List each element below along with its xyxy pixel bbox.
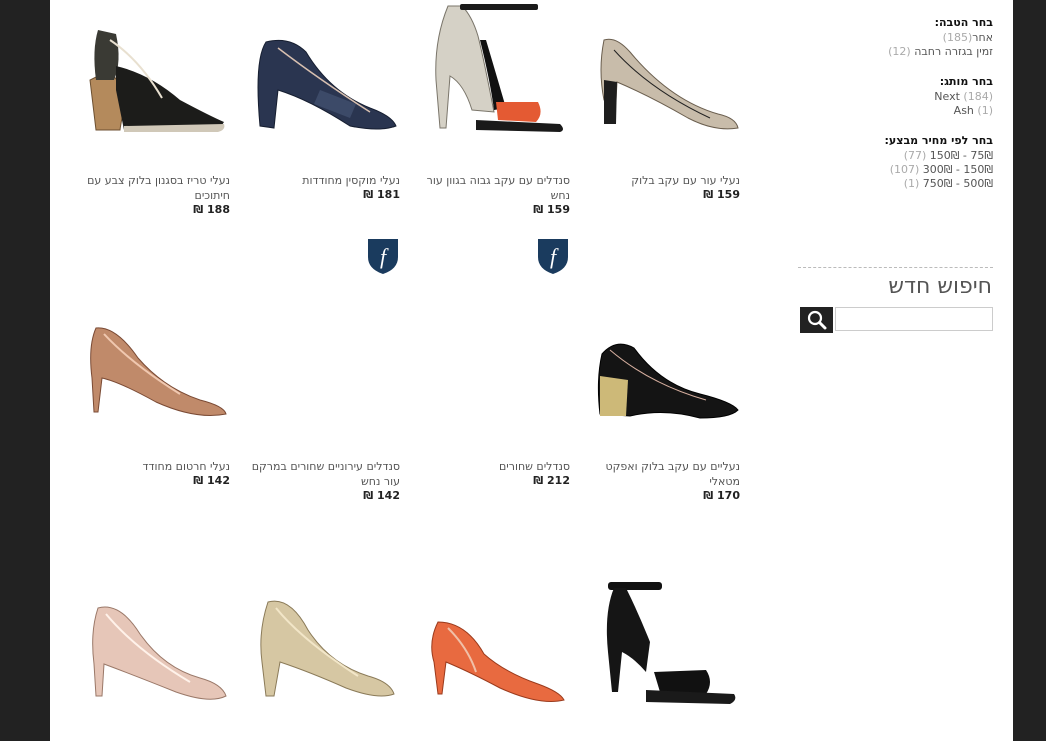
product-name[interactable]: נעלי עור עם עקב בלוק (590, 173, 740, 188)
product-image-orange-dorsay[interactable] (420, 572, 570, 737)
filter-item-from: 500₪ (963, 177, 993, 190)
filter-item-label: Next (934, 90, 960, 103)
product-name[interactable]: סנדלים שחורים (420, 459, 570, 474)
filter-item-count: (107) (889, 163, 920, 176)
product-image-navy-loafer[interactable] (250, 0, 400, 165)
filter-item-count: (1) (903, 177, 920, 190)
filter-item-count: (12) (888, 45, 911, 58)
product-price: 159 ₪ (533, 203, 570, 216)
filter-item-label: זמין בגזרה רחבה (914, 45, 993, 58)
filter-group-price: בחר לפי מחיר מבצע: (77) 150₪ - 75₪ (107)… (798, 134, 993, 191)
product-image-beige-pump[interactable] (590, 0, 740, 165)
product-image-rose-gold-pump[interactable] (80, 288, 230, 453)
product-name[interactable]: נעליים עם עקב בלוק ואפקט מטאלי (590, 459, 740, 489)
filter-item-next[interactable]: Next (184) (798, 90, 993, 104)
filter-group-benefit: בחר הטבה: אחר(185) זמין בגזרה רחבה (12) (798, 16, 993, 59)
f-logo-icon[interactable]: f (366, 237, 400, 275)
product-price: 212 ₪ (533, 474, 570, 487)
f-logo-icon[interactable]: f (536, 237, 570, 275)
filter-group-brand: בחר מותג: Next (184) Ash (1) (798, 75, 993, 118)
filter-item-price-75-150[interactable]: (77) 150₪ - 75₪ (798, 149, 993, 163)
filter-item-count: (185) (942, 31, 973, 44)
sidebar-divider (798, 267, 993, 268)
filter-item-from: 150₪ (963, 163, 993, 176)
filter-item-from: 75₪ (970, 149, 993, 162)
search-input[interactable] (835, 307, 993, 331)
filter-item-ash[interactable]: Ash (1) (798, 104, 993, 118)
product-price: 142 ₪ (193, 474, 230, 487)
product-name[interactable]: נעלי חרטום מחודד (80, 459, 230, 474)
product-image-snake-sandal[interactable] (420, 0, 570, 165)
filter-item-count: (184) (963, 90, 993, 103)
product-image-gold-glitter-pump[interactable] (250, 572, 400, 737)
product-price: 159 ₪ (703, 188, 740, 201)
filter-item-sep: - (952, 163, 964, 176)
product-price: 181 ₪ (363, 188, 400, 201)
product-image-black-suede-pump[interactable] (590, 288, 740, 453)
filter-item-sep: - (959, 149, 971, 162)
product-price: 142 ₪ (363, 489, 400, 502)
product-image-nude-patent-pump[interactable] (80, 572, 230, 737)
filter-item-label: Ash (953, 104, 974, 117)
filter-item-count: (77) (903, 149, 927, 162)
filter-title-benefit: בחר הטבה: (934, 16, 993, 29)
filter-sidebar: בחר הטבה: אחר(185) זמין בגזרה רחבה (12) … (798, 0, 993, 191)
filter-item-other[interactable]: אחר(185) (798, 31, 993, 45)
filter-item-to: 300₪ (922, 163, 953, 176)
search-icon (807, 310, 826, 330)
product-image-black-ankle-sandal[interactable] (590, 572, 740, 737)
filter-item-wide-fit[interactable]: זמין בגזרה רחבה (12) (798, 45, 993, 59)
page: בחר הטבה: אחר(185) זמין בגזרה רחבה (12) … (50, 0, 1013, 741)
product-name[interactable]: סנדלים עם עקב גבוה בגוון עור נחש (420, 173, 570, 203)
filter-item-count: (1) (977, 104, 993, 117)
product-price: 188 ₪ (193, 203, 230, 216)
filter-item-price-500-750[interactable]: (1) 750₪ - 500₪ (798, 177, 993, 191)
product-price: 170 ₪ (703, 489, 740, 502)
search-title: חיפוש חדש (888, 274, 992, 299)
filter-item-label: אחר (972, 31, 993, 44)
product-image-wedge-sandal[interactable] (80, 0, 230, 165)
search-button[interactable] (800, 307, 833, 333)
product-name[interactable]: נעלי מוקסין מחודדות (250, 173, 400, 188)
search-box (800, 307, 993, 333)
filter-item-to: 750₪ (922, 177, 953, 190)
filter-title-brand: בחר מותג: (939, 75, 993, 88)
filter-title-price: בחר לפי מחיר מבצע: (884, 134, 993, 147)
filter-item-price-150-300[interactable]: (107) 300₪ - 150₪ (798, 163, 993, 177)
filter-item-sep: - (952, 177, 964, 190)
filter-item-to: 150₪ (929, 149, 960, 162)
product-name[interactable]: סנדלים עירוניים שחורים במרקם עור נחש (250, 459, 400, 489)
product-name[interactable]: נעלי טריז בסגנון בלוק צבע עם חיתוכים (80, 173, 230, 203)
